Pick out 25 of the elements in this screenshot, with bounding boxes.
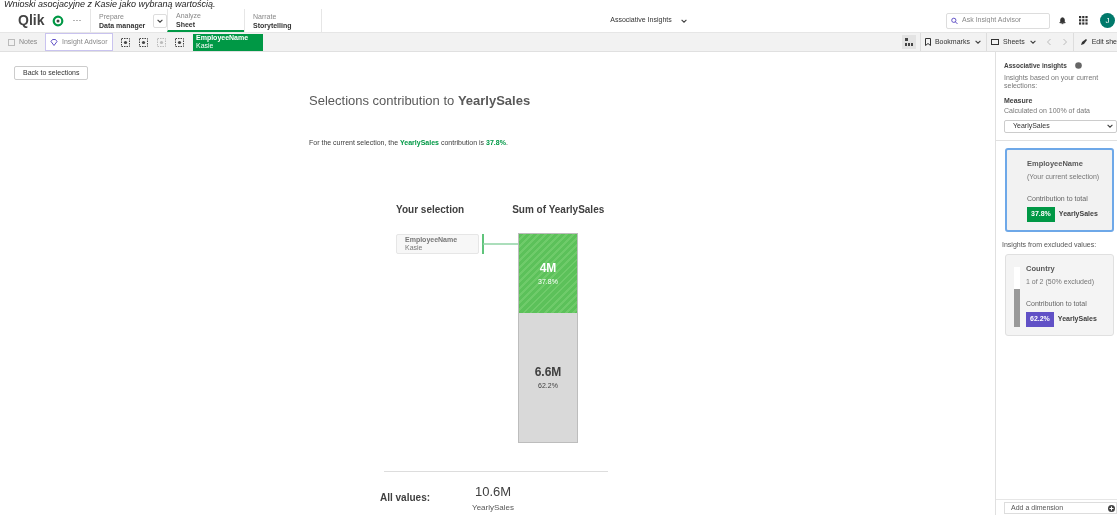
all-values-label: All values: <box>380 491 431 506</box>
chevron-down-icon <box>973 38 982 46</box>
search-icon <box>951 16 959 25</box>
chevron-down-icon <box>1106 122 1114 131</box>
logo[interactable]: Qlik <box>18 10 45 31</box>
total-value: 10.6M <box>474 483 512 501</box>
column-heading: Your selection <box>396 203 465 217</box>
page-title: Selections contribution to YearlySales <box>309 93 531 108</box>
sheet-icon <box>990 38 999 46</box>
total-measure: YearlySales <box>472 501 514 514</box>
layout-icon[interactable] <box>901 35 916 49</box>
bell-icon[interactable] <box>1058 16 1067 25</box>
column-heading: Sum of YearlySales <box>512 203 605 217</box>
more-button[interactable]: ··· <box>72 13 82 28</box>
chevron-down-icon <box>1028 38 1037 46</box>
grid-icon[interactable] <box>1079 16 1088 25</box>
bookmark-icon <box>924 38 931 46</box>
dropdown-button[interactable] <box>153 13 168 28</box>
pencil-icon <box>1079 38 1088 46</box>
user-avatar[interactable]: J <box>1100 13 1115 28</box>
bar-value-label: 6.6M <box>534 364 562 382</box>
note-icon <box>8 38 15 46</box>
connector-line <box>482 234 518 254</box>
page-caption: Wnioski asocjacyjne z Kasie jako wybraną wartością. <box>4 0 217 9</box>
logo-mark-icon <box>52 14 65 27</box>
